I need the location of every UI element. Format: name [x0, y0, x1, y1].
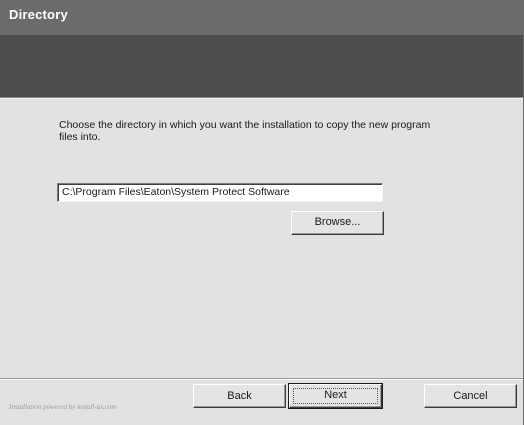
next-button-label: Next	[324, 389, 347, 401]
back-button[interactable]: Back	[193, 384, 286, 408]
header-banner	[0, 35, 524, 97]
installer-window: Directory Choose the directory in which …	[0, 0, 524, 425]
install-path-input[interactable]: C:\Program Files\Eaton\System Protect So…	[57, 183, 383, 202]
next-button[interactable]: Next	[288, 383, 383, 409]
window-title: Directory	[9, 7, 68, 22]
installer-brand-text: Installation powered by install-us.com	[9, 403, 117, 411]
cancel-button-label: Cancel	[453, 390, 488, 402]
instruction-text: Choose the directory in which you want t…	[59, 119, 431, 143]
back-button-label: Back	[227, 390, 252, 402]
footer-divider-highlight	[0, 379, 524, 380]
browse-button[interactable]: Browse...	[291, 211, 384, 235]
cancel-button[interactable]: Cancel	[424, 384, 517, 408]
title-bar[interactable]: Directory	[0, 0, 524, 36]
browse-button-label: Browse...	[314, 216, 361, 228]
